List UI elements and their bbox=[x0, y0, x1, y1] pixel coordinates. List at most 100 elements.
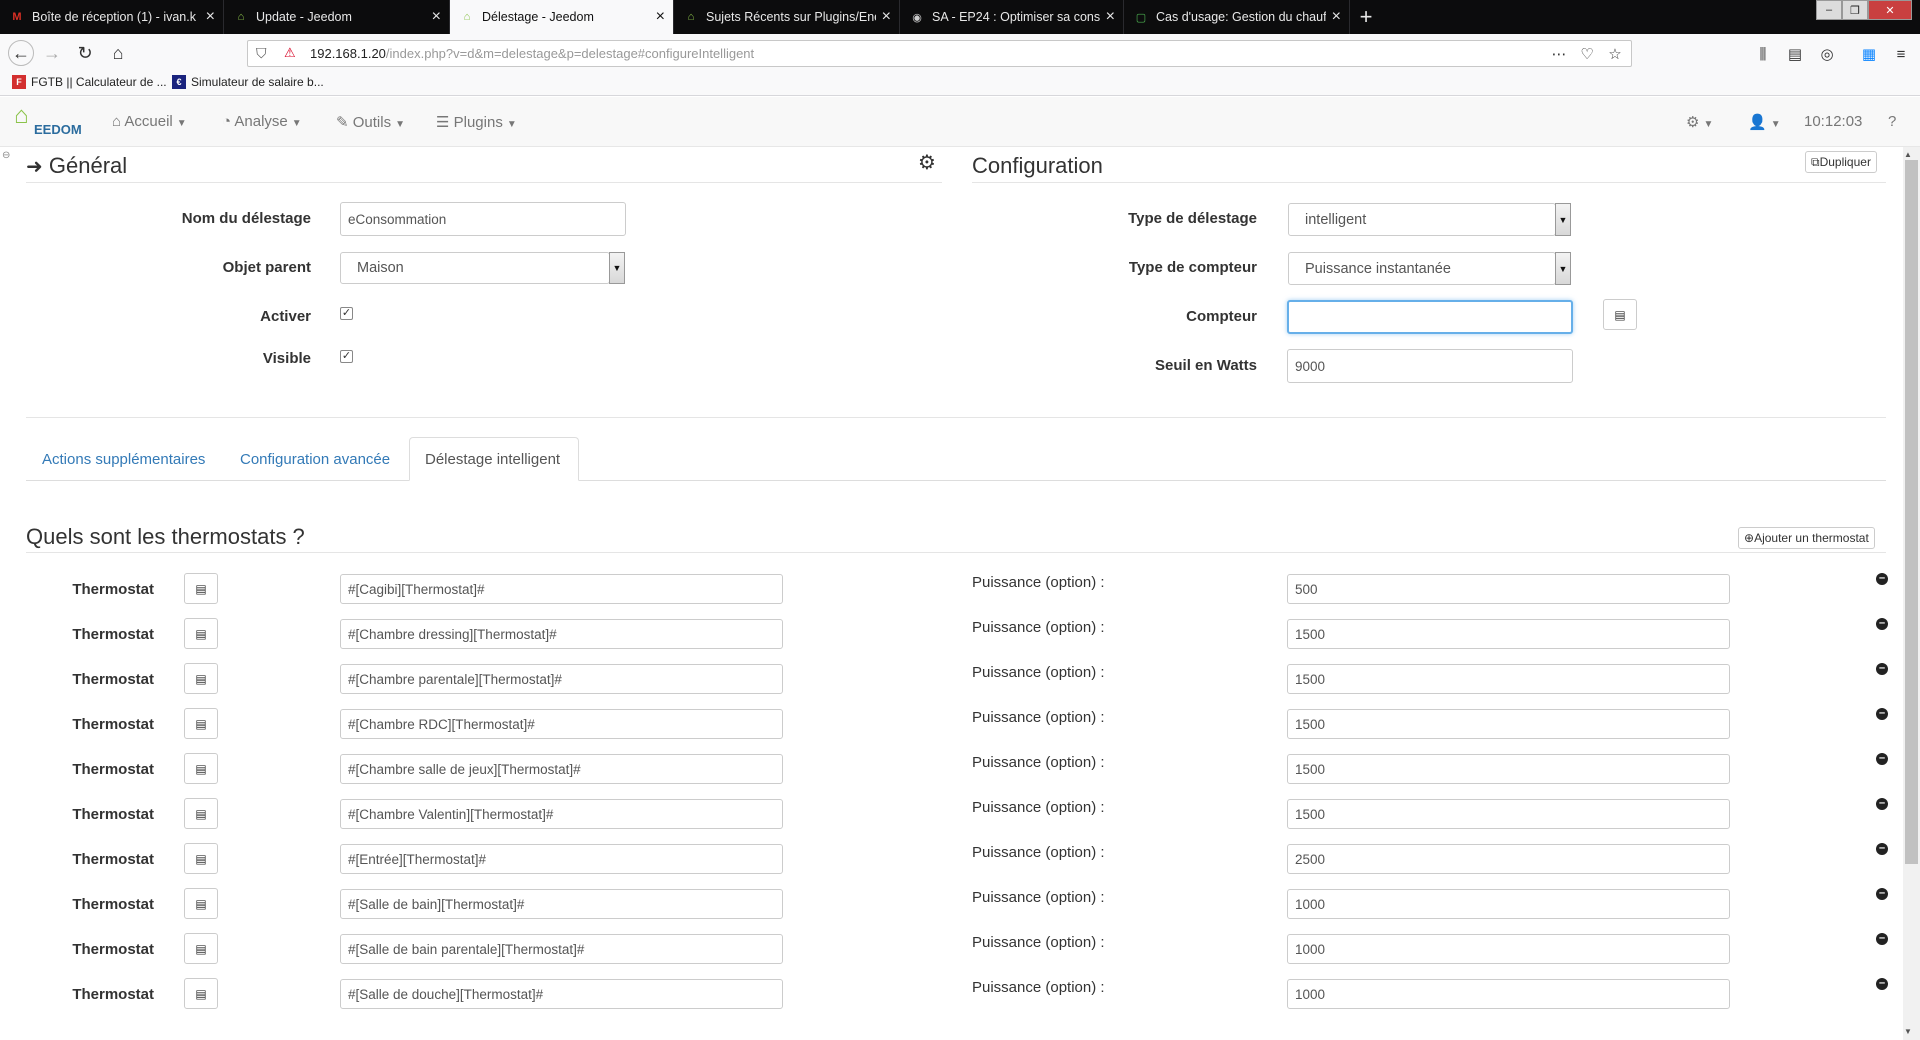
select-command-button[interactable]: ▤ bbox=[1603, 299, 1637, 330]
select-thermostat-button[interactable]: ▤ bbox=[184, 663, 218, 694]
puissance-input[interactable]: 1500 bbox=[1287, 664, 1730, 694]
thermostat-cmd-input[interactable]: #[Salle de bain parentale][Thermostat]# bbox=[340, 934, 783, 964]
forward-icon[interactable]: → bbox=[40, 41, 64, 65]
pocket-icon[interactable]: ♡ bbox=[1576, 43, 1598, 65]
tab-configuration-avancee[interactable]: Configuration avancée bbox=[240, 451, 390, 468]
puissance-input[interactable]: 1500 bbox=[1287, 799, 1730, 829]
back-icon[interactable]: ← bbox=[8, 40, 34, 66]
puissance-input[interactable]: 1000 bbox=[1287, 979, 1730, 1009]
select-thermostat-button[interactable]: ▤ bbox=[184, 708, 218, 739]
remove-thermostat-icon[interactable]: – bbox=[1876, 888, 1888, 900]
dupliquer-button[interactable]: ⧉ Dupliquer bbox=[1805, 151, 1877, 173]
remove-thermostat-icon[interactable]: – bbox=[1876, 978, 1888, 990]
gears-icon[interactable]: ⚙ bbox=[918, 150, 936, 175]
tab-delestage-intelligent[interactable]: Délestage intelligent bbox=[425, 451, 560, 468]
close-tab-icon[interactable]: × bbox=[1106, 8, 1115, 26]
home-icon[interactable]: ⌂ bbox=[106, 41, 130, 65]
browser-tab[interactable]: M Boîte de réception (1) - ivan.k × bbox=[0, 0, 224, 34]
bookmark-star-icon[interactable]: ☆ bbox=[1604, 43, 1626, 65]
select-thermostat-button[interactable]: ▤ bbox=[184, 798, 218, 829]
scroll-up-icon[interactable]: ▲ bbox=[1904, 150, 1912, 159]
thermostat-cmd-input[interactable]: #[Chambre dressing][Thermostat]# bbox=[340, 619, 783, 649]
chevron-down-icon[interactable]: ▼ bbox=[609, 252, 625, 284]
new-tab-icon[interactable]: + bbox=[1352, 2, 1380, 32]
browser-tab[interactable]: ⌂ Sujets Récents sur Plugins/Ener × bbox=[674, 0, 900, 34]
remove-thermostat-icon[interactable]: – bbox=[1876, 798, 1888, 810]
seuil-input[interactable]: 9000 bbox=[1287, 349, 1573, 383]
thermostat-cmd-input[interactable]: #[Chambre parentale][Thermostat]# bbox=[340, 664, 783, 694]
select-thermostat-button[interactable]: ▤ bbox=[184, 573, 218, 604]
type-delestage-select[interactable]: intelligent bbox=[1288, 203, 1556, 236]
puissance-input[interactable]: 1000 bbox=[1287, 889, 1730, 919]
tab-actions-supplementaires[interactable]: Actions supplémentaires bbox=[42, 451, 205, 468]
remove-thermostat-icon[interactable]: – bbox=[1876, 573, 1888, 585]
thermostat-cmd-input[interactable]: #[Cagibi][Thermostat]# bbox=[340, 574, 783, 604]
user-menu[interactable]: 👤 ▼ bbox=[1748, 113, 1781, 131]
objet-parent-select[interactable]: Maison bbox=[340, 252, 610, 284]
library-icon[interactable]: ⫼ bbox=[1752, 43, 1774, 65]
close-tab-icon[interactable]: × bbox=[206, 8, 215, 26]
remove-thermostat-icon[interactable]: – bbox=[1876, 843, 1888, 855]
bookmark-item[interactable]: € Simulateur de salaire b... bbox=[172, 75, 324, 89]
thermostat-cmd-input[interactable]: #[Entrée][Thermostat]# bbox=[340, 844, 783, 874]
account-icon[interactable]: ◎ bbox=[1816, 43, 1838, 65]
puissance-input[interactable]: 1500 bbox=[1287, 754, 1730, 784]
select-thermostat-button[interactable]: ▤ bbox=[184, 618, 218, 649]
jeedom-logo[interactable]: ⌂ EEDOM bbox=[14, 104, 88, 140]
collapse-icon[interactable]: ⊖ bbox=[2, 150, 10, 161]
select-thermostat-button[interactable]: ▤ bbox=[184, 933, 218, 964]
select-thermostat-button[interactable]: ▤ bbox=[184, 753, 218, 784]
thermostat-cmd-input[interactable]: #[Salle de douche][Thermostat]# bbox=[340, 979, 783, 1009]
page-actions-icon[interactable]: ⋯ bbox=[1548, 43, 1570, 65]
close-window-icon[interactable]: ✕ bbox=[1868, 0, 1912, 20]
scrollbar-thumb[interactable] bbox=[1905, 160, 1918, 864]
remove-thermostat-icon[interactable]: – bbox=[1876, 933, 1888, 945]
shield-icon[interactable]: ⛉ bbox=[256, 45, 267, 62]
menu-analyse[interactable]: ◔ Analyse ▼ bbox=[222, 113, 302, 130]
browser-tab[interactable]: ▢ Cas d'usage: Gestion du chauff × bbox=[1124, 0, 1350, 34]
puissance-input[interactable]: 2500 bbox=[1287, 844, 1730, 874]
browser-tab-active[interactable]: ⌂ Délestage - Jeedom × bbox=[450, 0, 674, 34]
extension-icon[interactable]: ▦ bbox=[1858, 43, 1880, 65]
close-tab-icon[interactable]: × bbox=[882, 8, 891, 26]
select-thermostat-button[interactable]: ▤ bbox=[184, 888, 218, 919]
browser-tab[interactable]: ⌂ Update - Jeedom × bbox=[224, 0, 450, 34]
close-tab-icon[interactable]: × bbox=[1332, 8, 1341, 26]
settings-menu[interactable]: ⚙ ▼ bbox=[1686, 113, 1713, 131]
menu-outils[interactable]: ✎ Outils ▼ bbox=[336, 113, 405, 131]
puissance-input[interactable]: 1000 bbox=[1287, 934, 1730, 964]
insecure-lock-icon[interactable]: ⚠ bbox=[284, 45, 296, 61]
chevron-down-icon[interactable]: ▼ bbox=[1555, 203, 1571, 236]
close-tab-icon[interactable]: × bbox=[656, 8, 665, 26]
help-icon[interactable]: ? bbox=[1888, 113, 1896, 130]
menu-accueil[interactable]: ⌂ Accueil ▼ bbox=[112, 113, 187, 130]
select-thermostat-button[interactable]: ▤ bbox=[184, 843, 218, 874]
nom-input[interactable]: eConsommation bbox=[340, 202, 626, 236]
puissance-input[interactable]: 1500 bbox=[1287, 619, 1730, 649]
thermostat-cmd-input[interactable]: #[Chambre Valentin][Thermostat]# bbox=[340, 799, 783, 829]
compteur-input[interactable] bbox=[1287, 300, 1573, 334]
minimize-window-icon[interactable]: – bbox=[1816, 0, 1842, 20]
remove-thermostat-icon[interactable]: – bbox=[1876, 753, 1888, 765]
close-tab-icon[interactable]: × bbox=[432, 8, 441, 26]
puissance-input[interactable]: 1500 bbox=[1287, 709, 1730, 739]
activer-checkbox[interactable]: ✓ bbox=[340, 307, 353, 320]
select-thermostat-button[interactable]: ▤ bbox=[184, 978, 218, 1009]
type-compteur-select[interactable]: Puissance instantanée bbox=[1288, 252, 1556, 285]
thermostat-cmd-input[interactable]: #[Salle de bain][Thermostat]# bbox=[340, 889, 783, 919]
back-circle-icon[interactable]: ➜ bbox=[26, 156, 43, 178]
add-thermostat-button[interactable]: ⊕ Ajouter un thermostat bbox=[1738, 527, 1875, 549]
thermostat-cmd-input[interactable]: #[Chambre salle de jeux][Thermostat]# bbox=[340, 754, 783, 784]
reload-icon[interactable]: ↻ bbox=[73, 41, 97, 65]
remove-thermostat-icon[interactable]: – bbox=[1876, 663, 1888, 675]
visible-checkbox[interactable]: ✓ bbox=[340, 350, 353, 363]
thermostat-cmd-input[interactable]: #[Chambre RDC][Thermostat]# bbox=[340, 709, 783, 739]
puissance-input[interactable]: 500 bbox=[1287, 574, 1730, 604]
browser-menu-icon[interactable]: ≡ bbox=[1890, 43, 1912, 65]
restore-window-icon[interactable]: ❐ bbox=[1842, 0, 1868, 20]
remove-thermostat-icon[interactable]: – bbox=[1876, 618, 1888, 630]
browser-tab[interactable]: ◉ SA - EP24 : Optimiser sa conso × bbox=[900, 0, 1124, 34]
bookmark-item[interactable]: F FGTB || Calculateur de ... bbox=[12, 75, 167, 89]
scroll-down-icon[interactable]: ▼ bbox=[1904, 1027, 1912, 1036]
menu-plugins[interactable]: ☰ Plugins ▼ bbox=[436, 113, 517, 131]
